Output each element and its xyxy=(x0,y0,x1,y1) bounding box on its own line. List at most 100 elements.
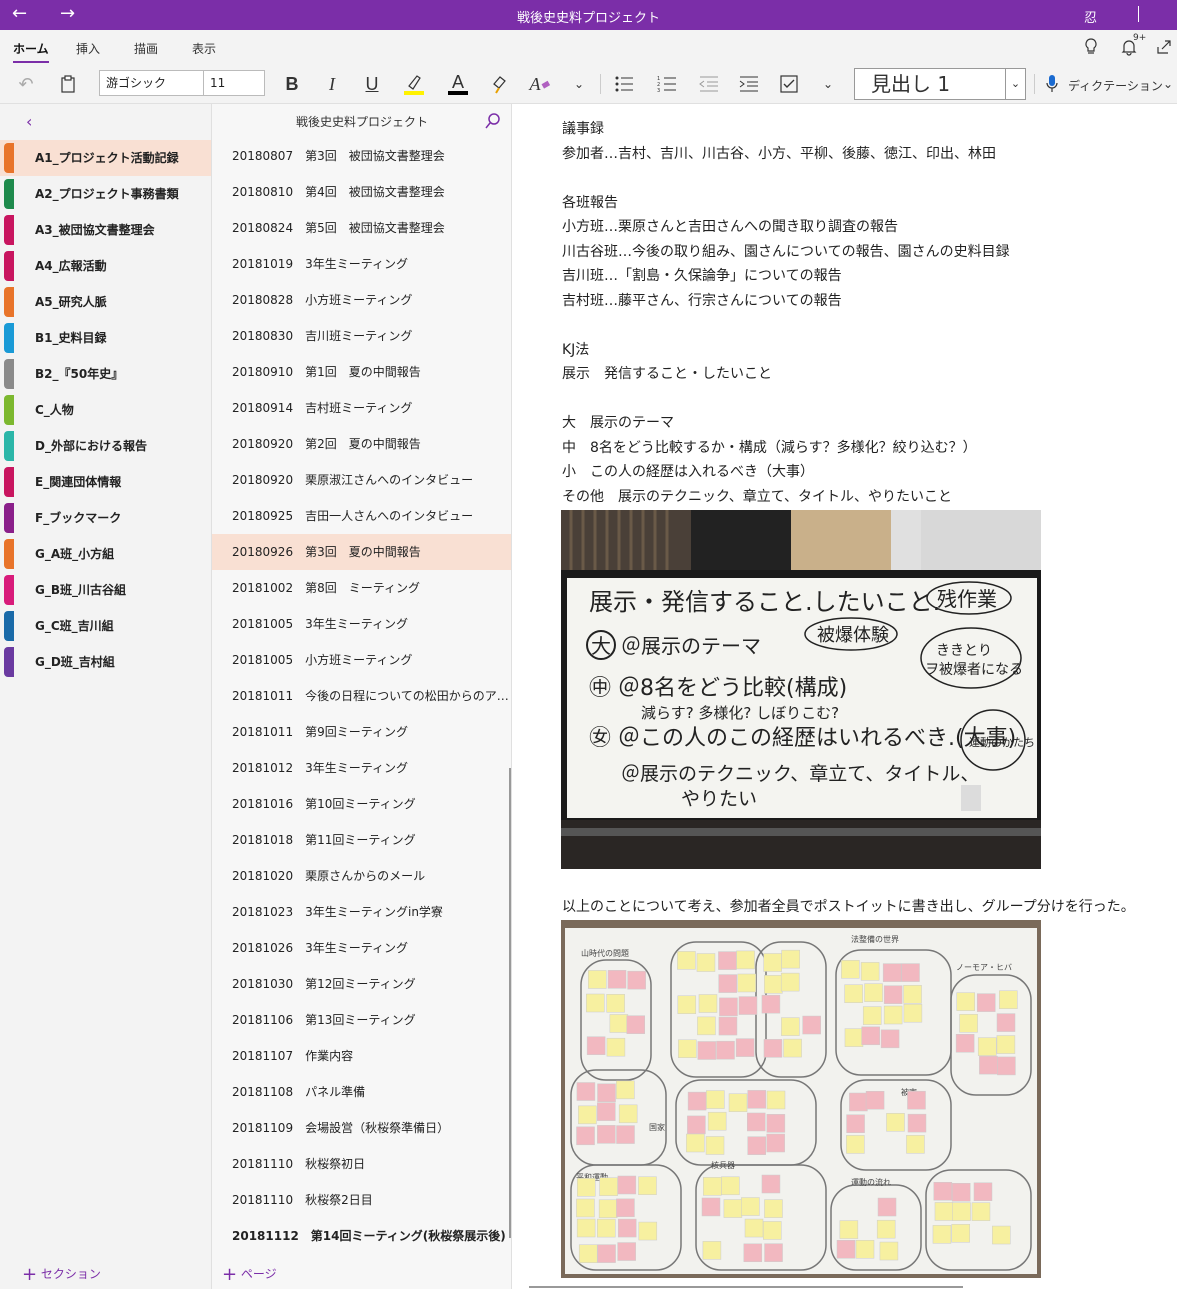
add-page-button[interactable]: + ページ xyxy=(222,1264,277,1285)
section-item[interactable]: C_人物 xyxy=(0,392,211,428)
search-icon[interactable] xyxy=(484,112,502,134)
chevron-left-icon[interactable]: ‹ xyxy=(26,112,32,131)
tab-home[interactable]: ホーム xyxy=(13,40,49,63)
page-item[interactable]: 20181110 秋桜祭2日目 xyxy=(212,1182,511,1218)
chevron-down-icon[interactable]: ⌄ xyxy=(568,70,590,98)
tab-draw[interactable]: 描画 xyxy=(134,40,158,57)
section-item[interactable]: A2_プロジェクト事務書類 xyxy=(0,176,211,212)
font-color-button[interactable]: A xyxy=(446,70,470,98)
page-item[interactable]: 20181030 第12回ミーティング xyxy=(212,966,511,1002)
post-it-note xyxy=(736,950,755,970)
page-item[interactable]: 20180914 吉村班ミーティング xyxy=(212,390,511,426)
page-item[interactable]: 20181002 第8回 ミーティング xyxy=(212,570,511,606)
lightbulb-icon[interactable] xyxy=(1083,38,1099,60)
dictation-button[interactable]: ディクテーション xyxy=(1068,77,1163,94)
post-it-note xyxy=(971,1202,991,1221)
page-item[interactable]: 20180926 第3回 夏の中間報告 xyxy=(212,534,511,570)
font-size-field[interactable]: 11 xyxy=(203,70,265,96)
note-line: 議事録 xyxy=(562,121,604,137)
page-item[interactable]: 20181023 3年生ミーティングin学寮 xyxy=(212,894,511,930)
post-it-note xyxy=(846,1135,865,1154)
user-name[interactable]: 忍 xyxy=(1084,7,1097,26)
chevron-down-icon[interactable]: ⌄ xyxy=(817,70,839,98)
page-item[interactable]: 20181109 会場設営（秋桜祭準備日） xyxy=(212,1110,511,1146)
heading-style-select[interactable]: 見出し 1 ⌄ xyxy=(854,68,1026,100)
page-item[interactable]: 20181005 小方班ミーティング xyxy=(212,642,511,678)
section-label: E_関連団体情報 xyxy=(35,475,122,489)
decrease-indent-icon[interactable] xyxy=(697,70,721,98)
section-item[interactable]: B1_史料目録 xyxy=(0,320,211,356)
postit-photo[interactable]: 山時代の問題 法整備の世界 ノーモア・ヒバ 国家 被害 平和運動 核兵器 運動の… xyxy=(561,920,1041,1278)
section-item[interactable]: A1_プロジェクト活動記録 xyxy=(0,140,211,176)
page-item[interactable]: 20181011 今後の日程についての松田からのア… xyxy=(212,678,511,714)
whiteboard-photo[interactable]: 展示・発信すること.したいこと. 大 ＠展示のテーマ ㊥ ＠8名をどう比較(構成… xyxy=(561,510,1041,869)
page-item[interactable]: 20181106 第13回ミーティング xyxy=(212,1002,511,1038)
page-item[interactable]: 20180828 小方班ミーティング xyxy=(212,282,511,318)
tab-view[interactable]: 表示 xyxy=(192,40,216,57)
format-painter-icon[interactable] xyxy=(488,70,512,98)
page-item[interactable]: 20181018 第11回ミーティング xyxy=(212,822,511,858)
page-item[interactable]: 20181019 3年生ミーティング xyxy=(212,246,511,282)
page-item[interactable]: 20181107 作業内容 xyxy=(212,1038,511,1074)
sections-pane: ‹ A1_プロジェクト活動記録 A2_プロジェクト事務書類 A3_被団協文書整理会 A… xyxy=(0,104,212,1289)
section-item[interactable]: A4_広報活動 xyxy=(0,248,211,284)
page-item[interactable]: 20181110 秋桜祭初日 xyxy=(212,1146,511,1182)
undo-icon[interactable]: ↶ xyxy=(14,70,38,98)
page-item[interactable]: 20181011 第9回ミーティング xyxy=(212,714,511,750)
bullet-list-icon[interactable] xyxy=(612,70,636,98)
post-it-note xyxy=(718,951,737,970)
chevron-down-icon[interactable]: ⌄ xyxy=(1005,69,1025,99)
post-it-note xyxy=(766,1114,786,1133)
whiteboard-bubble: 運動のかたち xyxy=(969,735,1035,749)
post-it-note xyxy=(763,1039,783,1058)
page-item[interactable]: 20181016 第10回ミーティング xyxy=(212,786,511,822)
numbered-list-icon[interactable]: 123 xyxy=(655,70,679,98)
section-item[interactable]: D_外部における報告 xyxy=(0,428,211,464)
section-label: G_B班_川古谷組 xyxy=(35,583,126,597)
section-item[interactable]: B2_『50年史』 xyxy=(0,356,211,392)
section-item[interactable]: E_関連団体情報 xyxy=(0,464,211,500)
section-item[interactable]: G_D班_吉村組 xyxy=(0,644,211,680)
chevron-down-icon[interactable]: ⌄ xyxy=(1160,70,1176,98)
page-item[interactable]: 20180910 第1回 夏の中間報告 xyxy=(212,354,511,390)
section-item[interactable]: G_C班_吉川組 xyxy=(0,608,211,644)
page-item[interactable]: 20181026 3年生ミーティング xyxy=(212,930,511,966)
microphone-icon[interactable] xyxy=(1042,70,1062,98)
page-item[interactable]: 20180925 吉田一人さんへのインタビュー xyxy=(212,498,511,534)
highlighter-icon[interactable] xyxy=(402,70,426,98)
post-it-note xyxy=(744,1218,764,1238)
note-canvas[interactable]: 議事録 参加者…吉村、吉川、川古谷、小方、平柳、後藤、徳江、印出、林田 各班報告 小方… xyxy=(513,104,1177,1289)
page-item[interactable]: 20181020 栗原さんからのメール xyxy=(212,858,511,894)
checkbox-icon[interactable] xyxy=(777,70,801,98)
increase-indent-icon[interactable] xyxy=(737,70,761,98)
page-item[interactable]: 20181005 3年生ミーティング xyxy=(212,606,511,642)
notebook-title: 戦後史史料プロジェクト xyxy=(295,115,428,129)
page-item[interactable]: 20180830 吉川班ミーティング xyxy=(212,318,511,354)
bold-button[interactable]: B xyxy=(280,70,304,98)
styles-button[interactable]: A xyxy=(526,70,554,98)
add-section-button[interactable]: + セクション xyxy=(22,1264,101,1285)
section-item[interactable]: F_ブックマーク xyxy=(0,500,211,536)
page-item[interactable]: 20181108 パネル準備 xyxy=(212,1074,511,1110)
page-item[interactable]: 20180824 第5回 被団協文書整理会 xyxy=(212,210,511,246)
section-item[interactable]: A3_被団協文書整理会 xyxy=(0,212,211,248)
clipboard-icon[interactable] xyxy=(56,70,80,98)
page-item[interactable]: 20180920 第2回 夏の中間報告 xyxy=(212,426,511,462)
section-item[interactable]: G_B班_川古谷組 xyxy=(0,572,211,608)
content-scrollbar[interactable] xyxy=(529,1286,963,1288)
page-item[interactable]: 20180810 第4回 被団協文書整理会 xyxy=(212,174,511,210)
page-item[interactable]: 20181012 3年生ミーティング xyxy=(212,750,511,786)
font-name-field[interactable]: 游ゴシック xyxy=(99,70,204,96)
underline-button[interactable]: U xyxy=(360,70,384,98)
post-it-note xyxy=(696,953,716,972)
pages-scrollbar[interactable] xyxy=(509,768,511,1238)
styles-glyph: A xyxy=(529,73,541,94)
section-item[interactable]: A5_研究人脈 xyxy=(0,284,211,320)
page-item[interactable]: 20181112 第14回ミーティング(秋桜祭展示後) xyxy=(212,1218,511,1254)
italic-button[interactable]: I xyxy=(320,70,344,98)
share-icon[interactable] xyxy=(1155,38,1173,60)
page-item[interactable]: 20180920 栗原淑江さんへのインタビュー xyxy=(212,462,511,498)
tab-insert[interactable]: 挿入 xyxy=(76,40,100,57)
section-item[interactable]: G_A班_小方組 xyxy=(0,536,211,572)
page-item[interactable]: 20180807 第3回 被団協文書整理会 xyxy=(212,138,511,174)
